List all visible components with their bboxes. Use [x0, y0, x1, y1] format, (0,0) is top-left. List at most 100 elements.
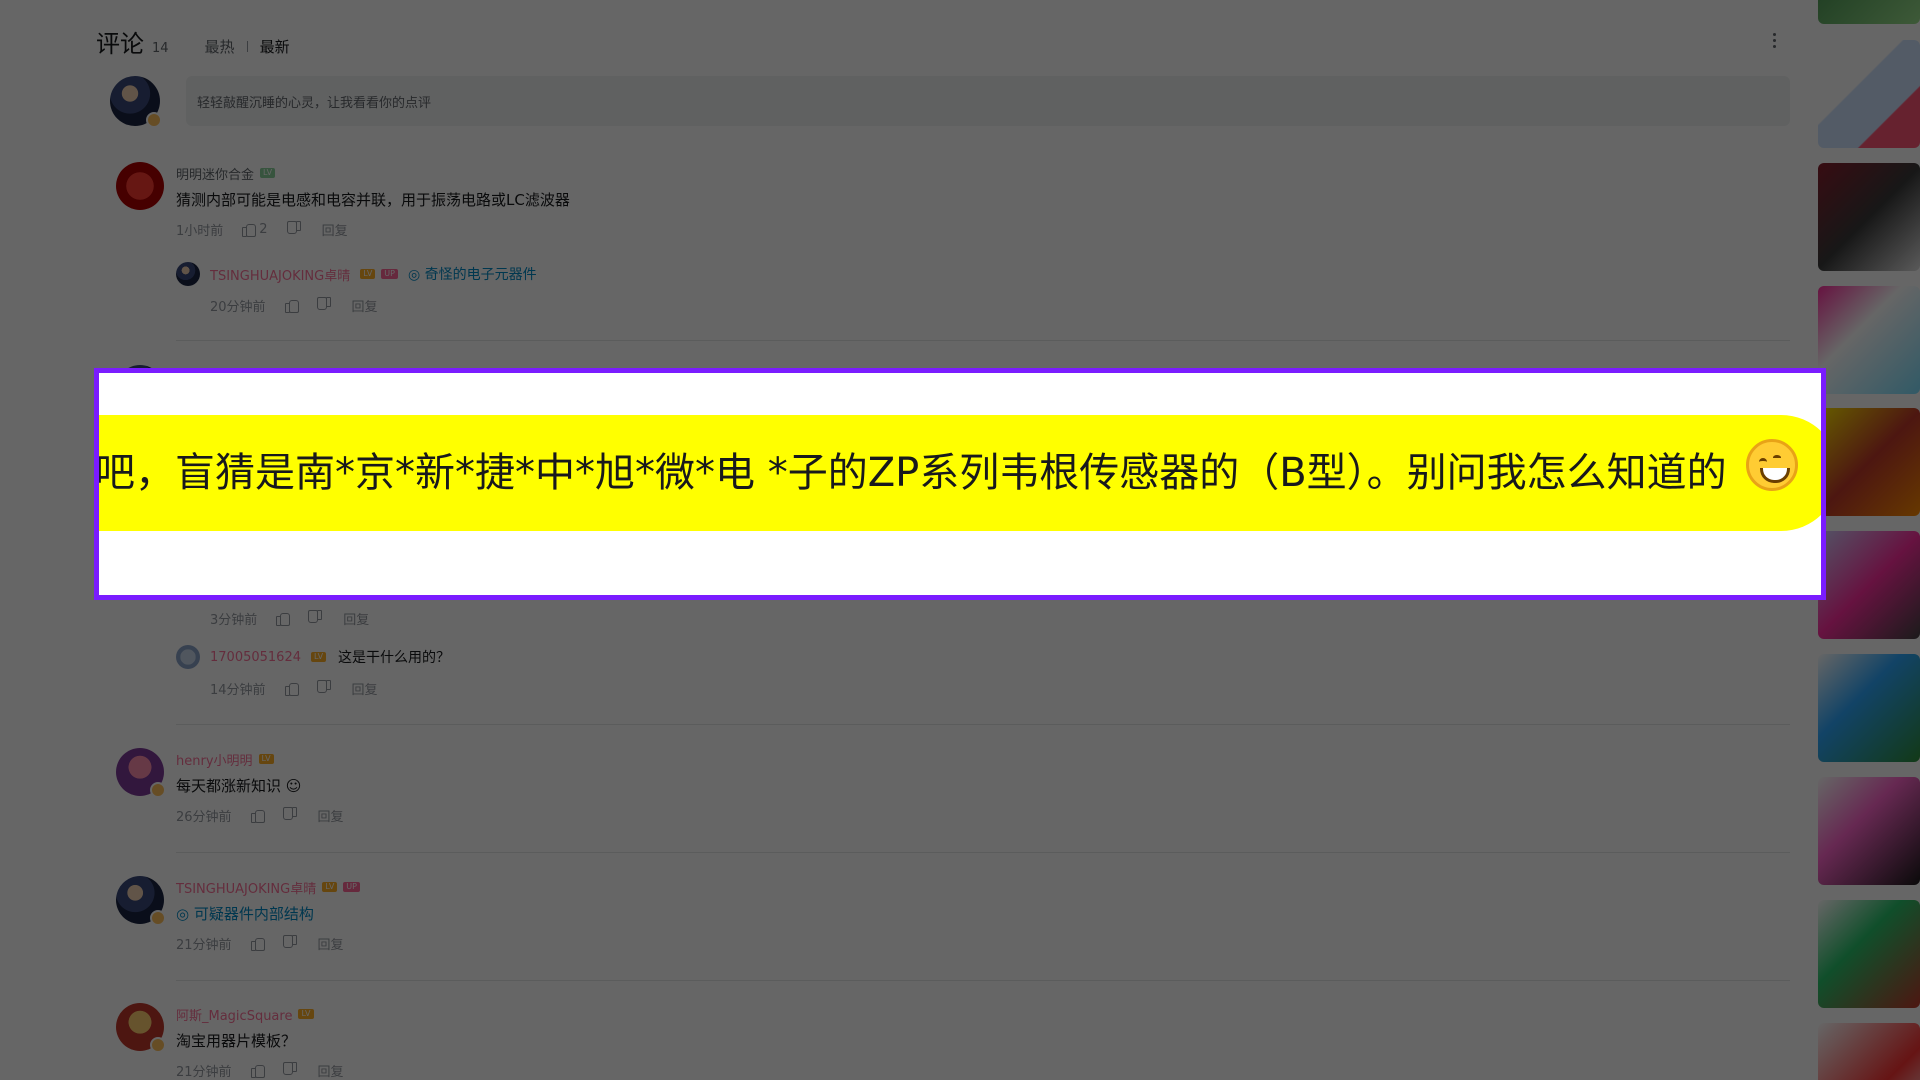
more-vertical-icon[interactable] — [1764, 30, 1784, 50]
like-count: 2 — [259, 221, 268, 237]
video-thumbnail[interactable] — [1818, 777, 1920, 885]
sort-tab-hot[interactable]: 最热 — [205, 36, 235, 57]
sort-divider — [246, 41, 248, 52]
sub-reply-body: 17005051624 LV 这是干什么用的？ 14分钟前 回复 — [210, 645, 1710, 699]
user-name[interactable]: TSINGHUAJOKING卓晴 — [210, 265, 350, 284]
sort-tab-new[interactable]: 最新 — [260, 36, 290, 57]
zoomed-comment-callout: 吧，盲猜是南*京*新*捷*中*旭*微*电 *子的ZP系列韦根传感器的（B型）。别… — [94, 368, 1826, 600]
divider — [176, 852, 1790, 853]
comment-input[interactable]: 轻轻敲醒沉睡的心灵，让我看看你的点评 — [186, 76, 1790, 126]
comment-meta: 21分钟前 回复 — [176, 1059, 1776, 1080]
comment-time: 21分钟前 — [176, 937, 232, 953]
dislike-button[interactable] — [284, 936, 298, 950]
dislike-button[interactable] — [284, 1063, 298, 1077]
user-line: TSINGHUAJOKING卓晴 LV UP — [176, 876, 1776, 898]
video-thumbnail[interactable] — [1818, 286, 1920, 394]
video-thumbnail[interactable] — [1818, 0, 1920, 24]
like-button[interactable] — [250, 1063, 265, 1078]
user-name[interactable]: TSINGHUAJOKING卓晴 — [176, 878, 316, 897]
avatar[interactable] — [176, 262, 200, 286]
divider — [176, 340, 1790, 341]
comment-item: 阿斯_MagicSquare LV 淘宝用器片模板？ 21分钟前 回复 — [116, 1003, 1790, 1080]
like-button[interactable]: 2 — [241, 221, 268, 237]
thumb-up-icon — [284, 681, 299, 696]
like-button[interactable] — [284, 681, 299, 696]
dislike-button[interactable] — [309, 611, 323, 625]
divider — [176, 980, 1790, 981]
avatar[interactable] — [176, 645, 200, 669]
video-thumbnail[interactable] — [1818, 1023, 1920, 1080]
sort-tabs: 最热 最新 — [205, 36, 290, 57]
video-thumbnail[interactable] — [1818, 408, 1920, 516]
like-button[interactable] — [275, 611, 291, 626]
thumb-up-icon — [275, 611, 291, 626]
zoomed-comment-text: 吧，盲猜是南*京*新*捷*中*旭*微*电 *子的ZP系列韦根传感器的（B型）。别… — [95, 450, 1727, 496]
sub-reply-item: TSINGHUAJOKING卓晴 LV UP ◎ 奇怪的电子元器件 20分钟前 … — [176, 262, 1776, 322]
level-badge: LV — [298, 1009, 314, 1019]
level-badge: LV — [360, 269, 376, 279]
comment-item: henry小明明 LV 每天都涨新知识 ☺ 26分钟前 回复 — [116, 748, 1790, 848]
note-link[interactable]: ◎ 奇怪的电子元器件 — [408, 264, 537, 284]
comment-body: henry小明明 LV 每天都涨新知识 ☺ 26分钟前 回复 — [176, 748, 1776, 826]
video-thumbnail[interactable] — [1818, 163, 1920, 271]
comment-time: 3分钟前 — [210, 612, 258, 628]
smiling-emoji-icon — [1746, 439, 1798, 491]
avatar[interactable] — [116, 876, 166, 926]
thumb-down-icon — [284, 808, 298, 822]
user-line: 阿斯_MagicSquare LV — [176, 1003, 1776, 1025]
dislike-button[interactable] — [284, 808, 298, 822]
user-name[interactable]: henry小明明 — [176, 750, 253, 769]
avatar[interactable] — [116, 1003, 166, 1053]
up-badge: UP — [381, 269, 398, 279]
video-thumbnail[interactable] — [1818, 654, 1920, 762]
like-button[interactable] — [284, 298, 299, 313]
dislike-button[interactable] — [318, 298, 332, 312]
thumb-down-icon — [284, 936, 298, 950]
comment-composer: 轻轻敲醒沉睡的心灵，让我看看你的点评 — [110, 76, 1790, 128]
thumb-down-icon — [318, 298, 332, 312]
level-badge: LV — [322, 882, 338, 892]
user-name[interactable]: 明明迷你合金 — [176, 164, 254, 183]
like-button[interactable] — [250, 808, 265, 823]
avatar[interactable] — [116, 748, 166, 798]
video-thumbnail[interactable] — [1818, 40, 1920, 148]
comment-meta: 26分钟前 回复 — [176, 804, 1776, 826]
comment-body: 明明迷你合金 LV 猜测内部可能是电感和电容并联，用于振荡电路或LC滤波器 1小… — [176, 162, 1776, 240]
sub-reply-meta: 20分钟前 回复 — [210, 294, 1710, 316]
sub-reply-meta: 3分钟前 回复 — [210, 607, 369, 629]
user-line: 明明迷你合金 LV — [176, 162, 1776, 184]
sub-reply-item: 17005051624 LV 这是干什么用的？ 14分钟前 回复 — [176, 645, 1776, 705]
reply-button[interactable]: 回复 — [318, 934, 344, 953]
thumb-up-icon — [284, 298, 299, 313]
user-name[interactable]: 阿斯_MagicSquare — [176, 1005, 292, 1024]
thumb-up-icon — [241, 222, 257, 237]
related-videos-column — [1818, 0, 1920, 1080]
reply-button[interactable]: 回复 — [352, 679, 378, 698]
note-link[interactable]: ◎ 可疑器件内部结构 — [176, 905, 314, 923]
like-button[interactable] — [250, 936, 265, 951]
user-name[interactable]: 17005051624 — [210, 650, 301, 665]
video-thumbnail[interactable] — [1818, 531, 1920, 639]
avatar[interactable] — [116, 162, 164, 210]
sub-reply-meta: 14分钟前 回复 — [210, 677, 1710, 699]
comment-body: 阿斯_MagicSquare LV 淘宝用器片模板？ 21分钟前 回复 — [176, 1003, 1776, 1080]
comment-text-content: 每天都涨新知识 — [176, 777, 282, 795]
comment-text: 淘宝用器片模板？ — [176, 1032, 297, 1050]
reply-button[interactable]: 回复 — [322, 220, 348, 239]
dislike-button[interactable] — [318, 681, 332, 695]
reply-button[interactable]: 回复 — [318, 806, 344, 825]
dislike-button[interactable] — [288, 222, 302, 236]
user-line: henry小明明 LV — [176, 748, 1776, 770]
comment-text: 每天都涨新知识 ☺ — [176, 774, 1776, 798]
vip-badge-icon — [150, 782, 166, 798]
level-badge: LV — [310, 652, 327, 662]
comment-time: 1小时前 — [176, 223, 224, 239]
comment-time: 21分钟前 — [176, 1064, 232, 1080]
reply-button[interactable]: 回复 — [352, 296, 378, 315]
avatar[interactable] — [110, 76, 162, 128]
video-thumbnail[interactable] — [1818, 900, 1920, 1008]
thumb-down-icon — [288, 222, 302, 236]
sub-reply-line: 17005051624 LV 这是干什么用的？ — [210, 645, 1710, 669]
reply-button[interactable]: 回复 — [318, 1061, 344, 1080]
reply-button[interactable]: 回复 — [343, 609, 369, 628]
